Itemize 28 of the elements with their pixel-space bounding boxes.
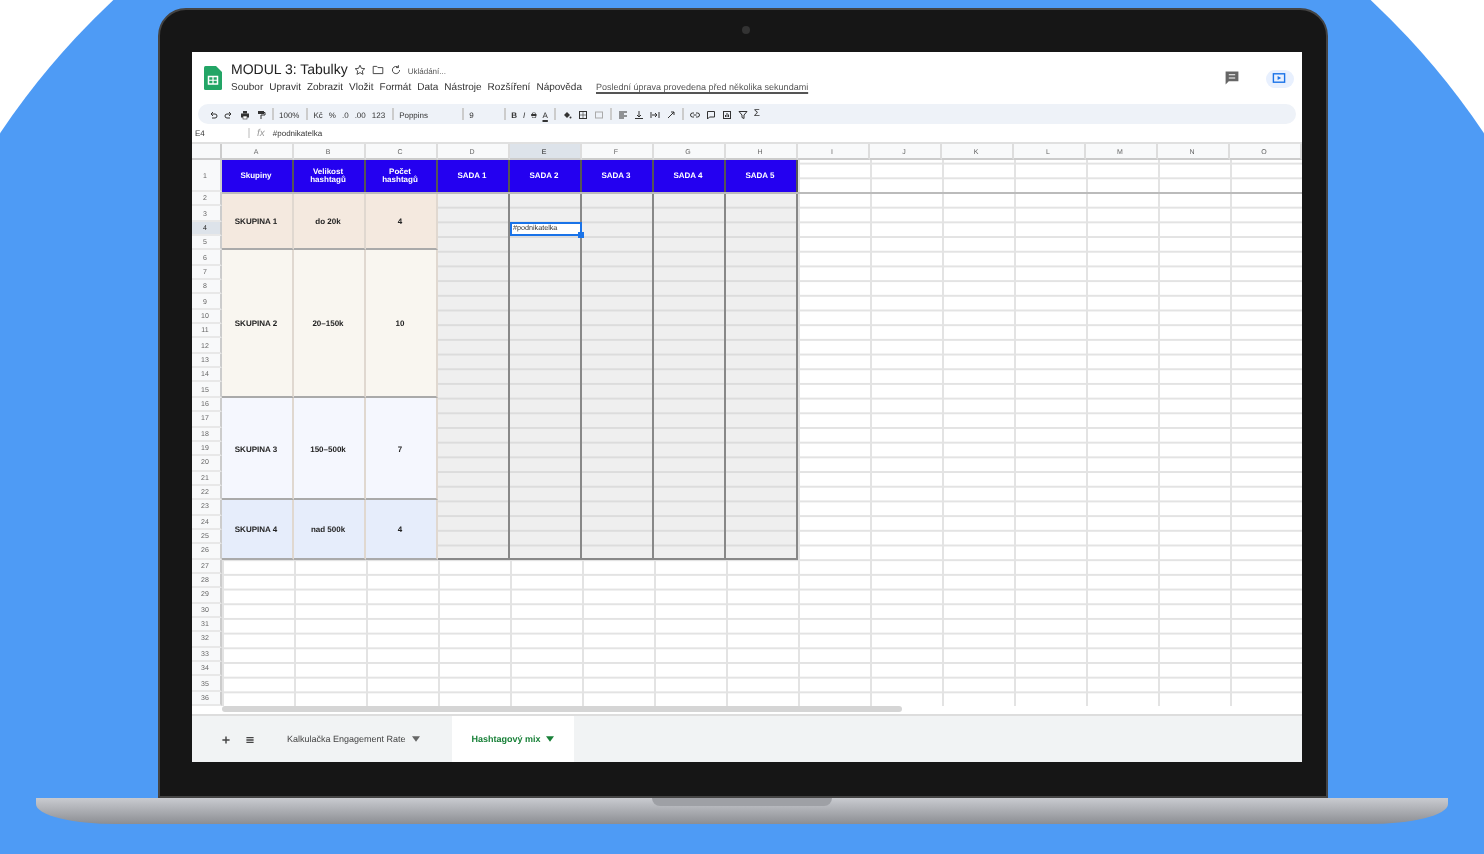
chart-icon[interactable]	[721, 109, 732, 119]
horizontal-scrollbar[interactable]	[221, 706, 901, 712]
redo-icon[interactable]	[223, 109, 233, 119]
vertical-align-icon[interactable]	[633, 109, 644, 119]
paint-roller-icon[interactable]	[255, 109, 265, 119]
sheet-list-icon[interactable]	[243, 733, 255, 745]
comment-add-icon[interactable]	[705, 109, 716, 119]
present-button[interactable]	[1265, 69, 1293, 87]
undo-icon[interactable]	[207, 109, 217, 119]
filter-icon[interactable]	[737, 109, 748, 119]
caret-icon	[411, 736, 420, 742]
comment-icon[interactable]	[1223, 70, 1239, 86]
borders-icon[interactable]	[577, 109, 588, 119]
merge-cells-icon[interactable]	[593, 109, 604, 119]
print-icon[interactable]	[239, 109, 249, 119]
star-icon[interactable]	[353, 64, 366, 76]
add-sheet-icon[interactable]	[219, 733, 231, 745]
select-all-corner[interactable]	[191, 144, 221, 160]
text-rotate-icon[interactable]	[665, 109, 676, 119]
sheets-logo-icon	[203, 66, 221, 90]
link-icon[interactable]	[689, 109, 700, 119]
text-wrap-icon[interactable]	[649, 109, 660, 119]
caret-icon	[546, 736, 555, 742]
align-left-icon[interactable]	[617, 109, 628, 119]
sync-icon	[389, 64, 402, 76]
fill-bucket-icon[interactable]	[561, 109, 572, 119]
present-icon	[1272, 72, 1286, 84]
folder-icon[interactable]	[371, 64, 384, 76]
